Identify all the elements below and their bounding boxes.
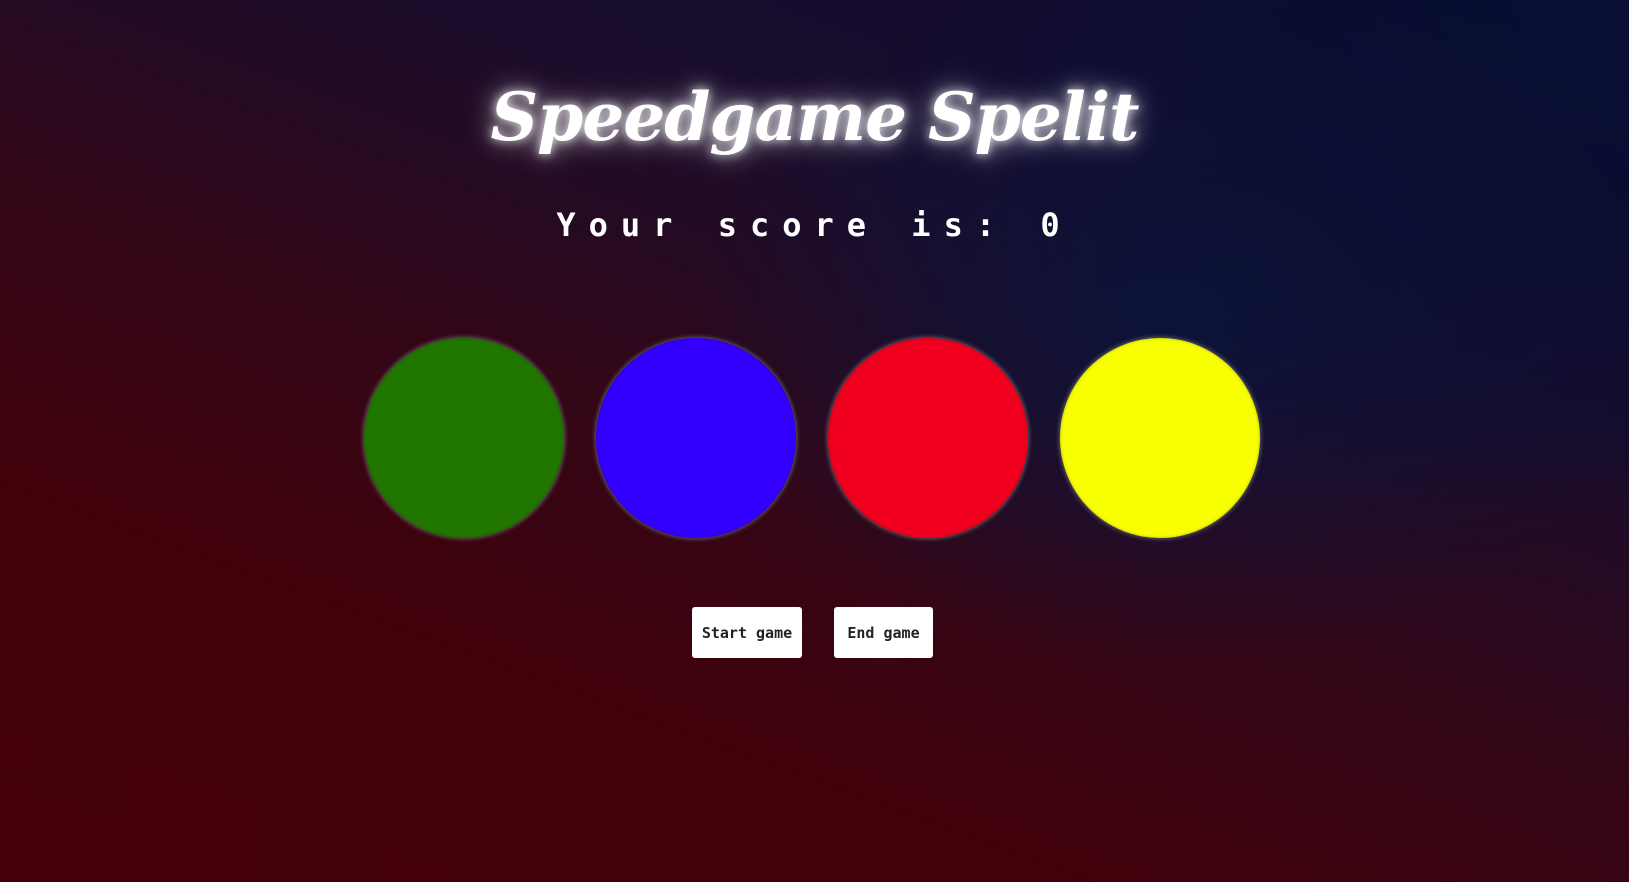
circle-blue[interactable] [596,338,796,538]
circle-row [0,338,1629,540]
circle-red[interactable] [828,338,1028,538]
score-display: Your score is: 0 [0,203,1629,247]
game-title: Speedgame Spelit [490,78,1139,156]
start-game-button[interactable]: Start game [692,607,802,658]
end-game-button[interactable]: End game [834,607,933,658]
circle-yellow[interactable] [1060,338,1260,538]
score-label: Your score is: [556,206,1009,244]
circle-green[interactable] [364,338,564,538]
score-value: 0 [1040,206,1073,244]
